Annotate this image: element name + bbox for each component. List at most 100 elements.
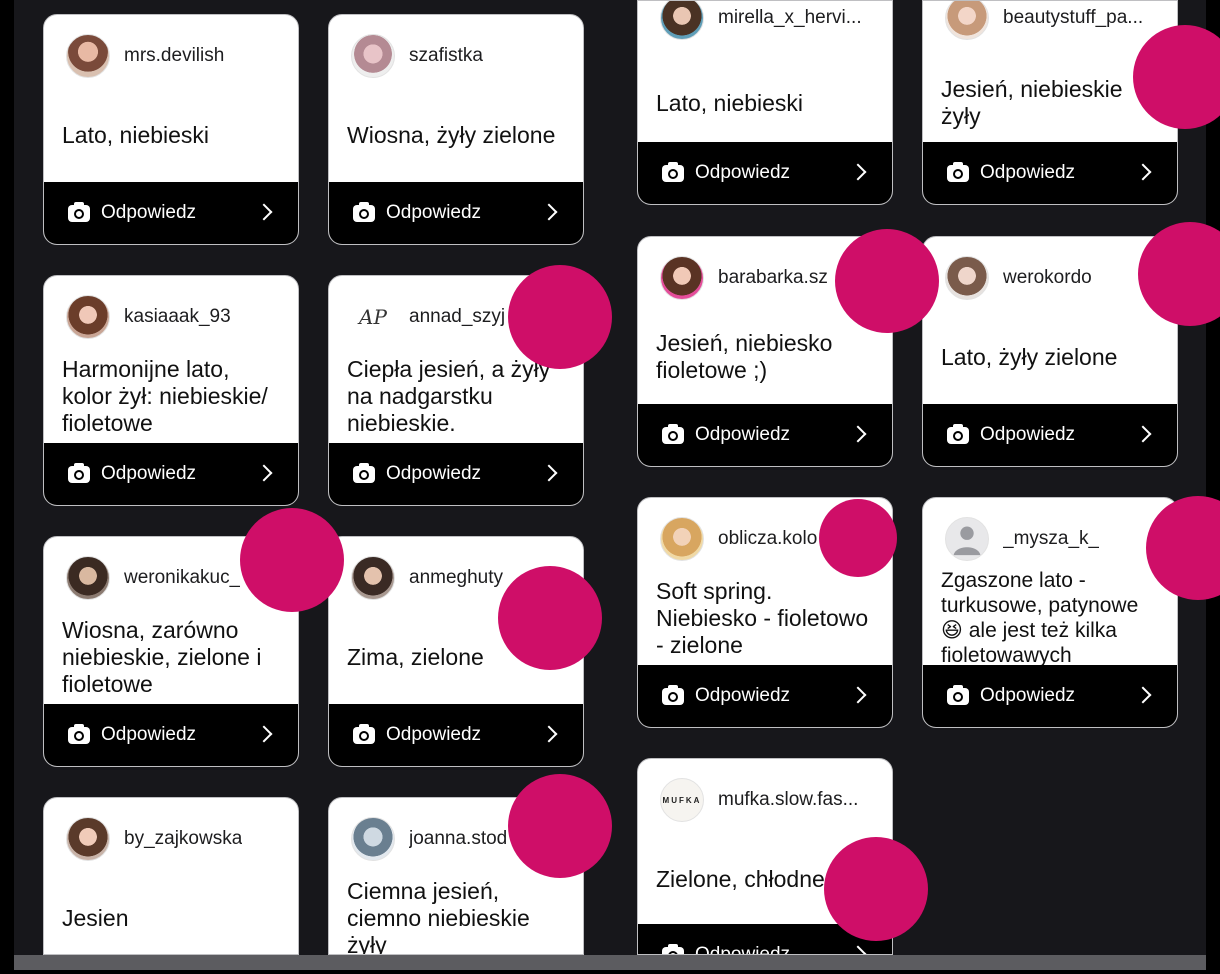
chevron-right-icon	[849, 425, 867, 443]
chevron-right-icon	[540, 203, 558, 221]
reply-label: Odpowiedz	[695, 162, 791, 183]
chevron-right-icon	[255, 203, 273, 221]
reply-button[interactable]: Odpowiedz	[44, 704, 298, 766]
reply-button[interactable]: Odpowiedz	[329, 182, 583, 244]
reply-label: Odpowiedz	[980, 424, 1076, 445]
username: beautystuff_pa...	[1003, 7, 1144, 28]
chevron-right-icon	[255, 464, 273, 482]
reply-button[interactable]: Odpowiedz	[923, 142, 1177, 204]
username: werokordo	[1003, 267, 1092, 288]
avatar: AP	[351, 295, 395, 339]
avatar	[660, 256, 704, 300]
username: annad_szyj	[409, 306, 506, 327]
answer-text: Wiosna, zarówno niebieskie, zielone i fi…	[62, 616, 262, 697]
reply-button[interactable]: Odpowiedz	[638, 404, 892, 466]
response-card[interactable]: by_zajkowska Jesien	[43, 797, 299, 955]
reply-label: Odpowiedz	[695, 944, 791, 955]
reply-label: Odpowiedz	[101, 202, 197, 223]
reply-label: Odpowiedz	[695, 424, 791, 445]
reply-button[interactable]: Odpowiedz	[638, 142, 892, 204]
camera-icon	[947, 423, 969, 444]
magenta-dot	[508, 265, 612, 369]
camera-icon	[662, 943, 684, 954]
avatar	[351, 817, 395, 861]
reply-label: Odpowiedz	[101, 724, 197, 745]
answer-text: Lato, niebieski	[62, 121, 210, 148]
chevron-right-icon	[849, 686, 867, 704]
chevron-right-icon	[1134, 425, 1152, 443]
avatar	[66, 34, 110, 78]
response-card[interactable]: mirella_x_hervi... Lato, niebieski Odpow…	[637, 0, 893, 205]
magenta-dot	[824, 837, 928, 941]
answer-text: Jesien	[62, 904, 129, 931]
response-card[interactable]: mrs.devilish Lato, niebieski Odpowiedz	[43, 14, 299, 245]
answer-text: Soft spring. Niebiesko - fioletowo - zie…	[656, 577, 869, 658]
answer-text: Lato, niebieski	[656, 89, 804, 116]
username: weronikakuc_	[124, 567, 241, 588]
camera-icon	[353, 723, 375, 744]
avatar	[660, 1, 704, 40]
reply-button[interactable]: Odpowiedz	[329, 704, 583, 766]
magenta-dot	[819, 499, 897, 577]
user-silhouette-icon	[953, 526, 981, 556]
username: kasiaaak_93	[124, 306, 231, 327]
response-card[interactable]: kasiaaak_93 Harmonijne lato, kolor żył: …	[43, 275, 299, 506]
magenta-dot	[240, 508, 344, 612]
avatar	[945, 1, 989, 40]
camera-icon	[68, 201, 90, 222]
username: mufka.slow.fas...	[718, 789, 859, 810]
chevron-right-icon	[540, 725, 558, 743]
bottom-edge	[0, 970, 1220, 974]
chevron-right-icon	[1134, 163, 1152, 181]
reply-label: Odpowiedz	[101, 463, 197, 484]
chevron-right-icon	[849, 163, 867, 181]
chevron-right-icon	[255, 725, 273, 743]
magenta-dot	[498, 566, 602, 670]
reply-label: Odpowiedz	[695, 685, 791, 706]
username: _mysza_k_	[1003, 528, 1100, 549]
magenta-dot	[508, 774, 612, 878]
answer-text: Ciepła jesień, a żyły na nadgarstku nieb…	[347, 355, 551, 436]
response-card[interactable]: szafistka Wiosna, żyły zielone Odpowiedz	[328, 14, 584, 245]
reply-button[interactable]: Odpowiedz	[923, 404, 1177, 466]
camera-icon	[662, 684, 684, 705]
answer-text: Wiosna, żyły zielone	[347, 121, 556, 148]
avatar	[66, 556, 110, 600]
reply-label: Odpowiedz	[980, 685, 1076, 706]
reply-button[interactable]: Odpowiedz	[638, 665, 892, 727]
camera-icon	[662, 161, 684, 182]
camera-icon	[68, 723, 90, 744]
camera-icon	[947, 161, 969, 182]
camera-icon	[68, 462, 90, 483]
response-card[interactable]: _mysza_k_ Zgaszone lato - turkusowe, pat…	[922, 497, 1178, 728]
avatar	[660, 517, 704, 561]
avatar	[66, 295, 110, 339]
username: mirella_x_hervi...	[718, 7, 862, 28]
reply-label: Odpowiedz	[980, 162, 1076, 183]
answer-text: Ciemna jesień, ciemno niebieskie żyły	[347, 877, 530, 955]
reply-button[interactable]: Odpowiedz	[44, 182, 298, 244]
camera-icon	[353, 201, 375, 222]
avatar	[351, 34, 395, 78]
chevron-right-icon	[849, 945, 867, 954]
answer-text: Zgaszone lato - turkusowe, patynowe 😆 al…	[941, 569, 1139, 667]
reply-button[interactable]: Odpowiedz	[44, 443, 298, 505]
answer-text: Jesień, niebiesko fioletowe ;)	[656, 330, 833, 383]
avatar	[351, 556, 395, 600]
username: joanna.stod	[409, 828, 508, 849]
username: by_zajkowska	[124, 828, 243, 849]
camera-icon	[947, 684, 969, 705]
reply-label: Odpowiedz	[386, 463, 482, 484]
username: szafistka	[409, 45, 483, 66]
magenta-dot	[835, 229, 939, 333]
avatar	[66, 817, 110, 861]
reply-button[interactable]: Odpowiedz	[923, 665, 1177, 727]
username: mrs.devilish	[124, 45, 225, 66]
username: barabarka.sz	[718, 267, 828, 288]
camera-icon	[353, 462, 375, 483]
default-avatar-icon	[945, 517, 989, 561]
username: anmeghuty	[409, 567, 504, 588]
reply-label: Odpowiedz	[386, 202, 482, 223]
reply-button[interactable]: Odpowiedz	[329, 443, 583, 505]
camera-icon	[662, 423, 684, 444]
